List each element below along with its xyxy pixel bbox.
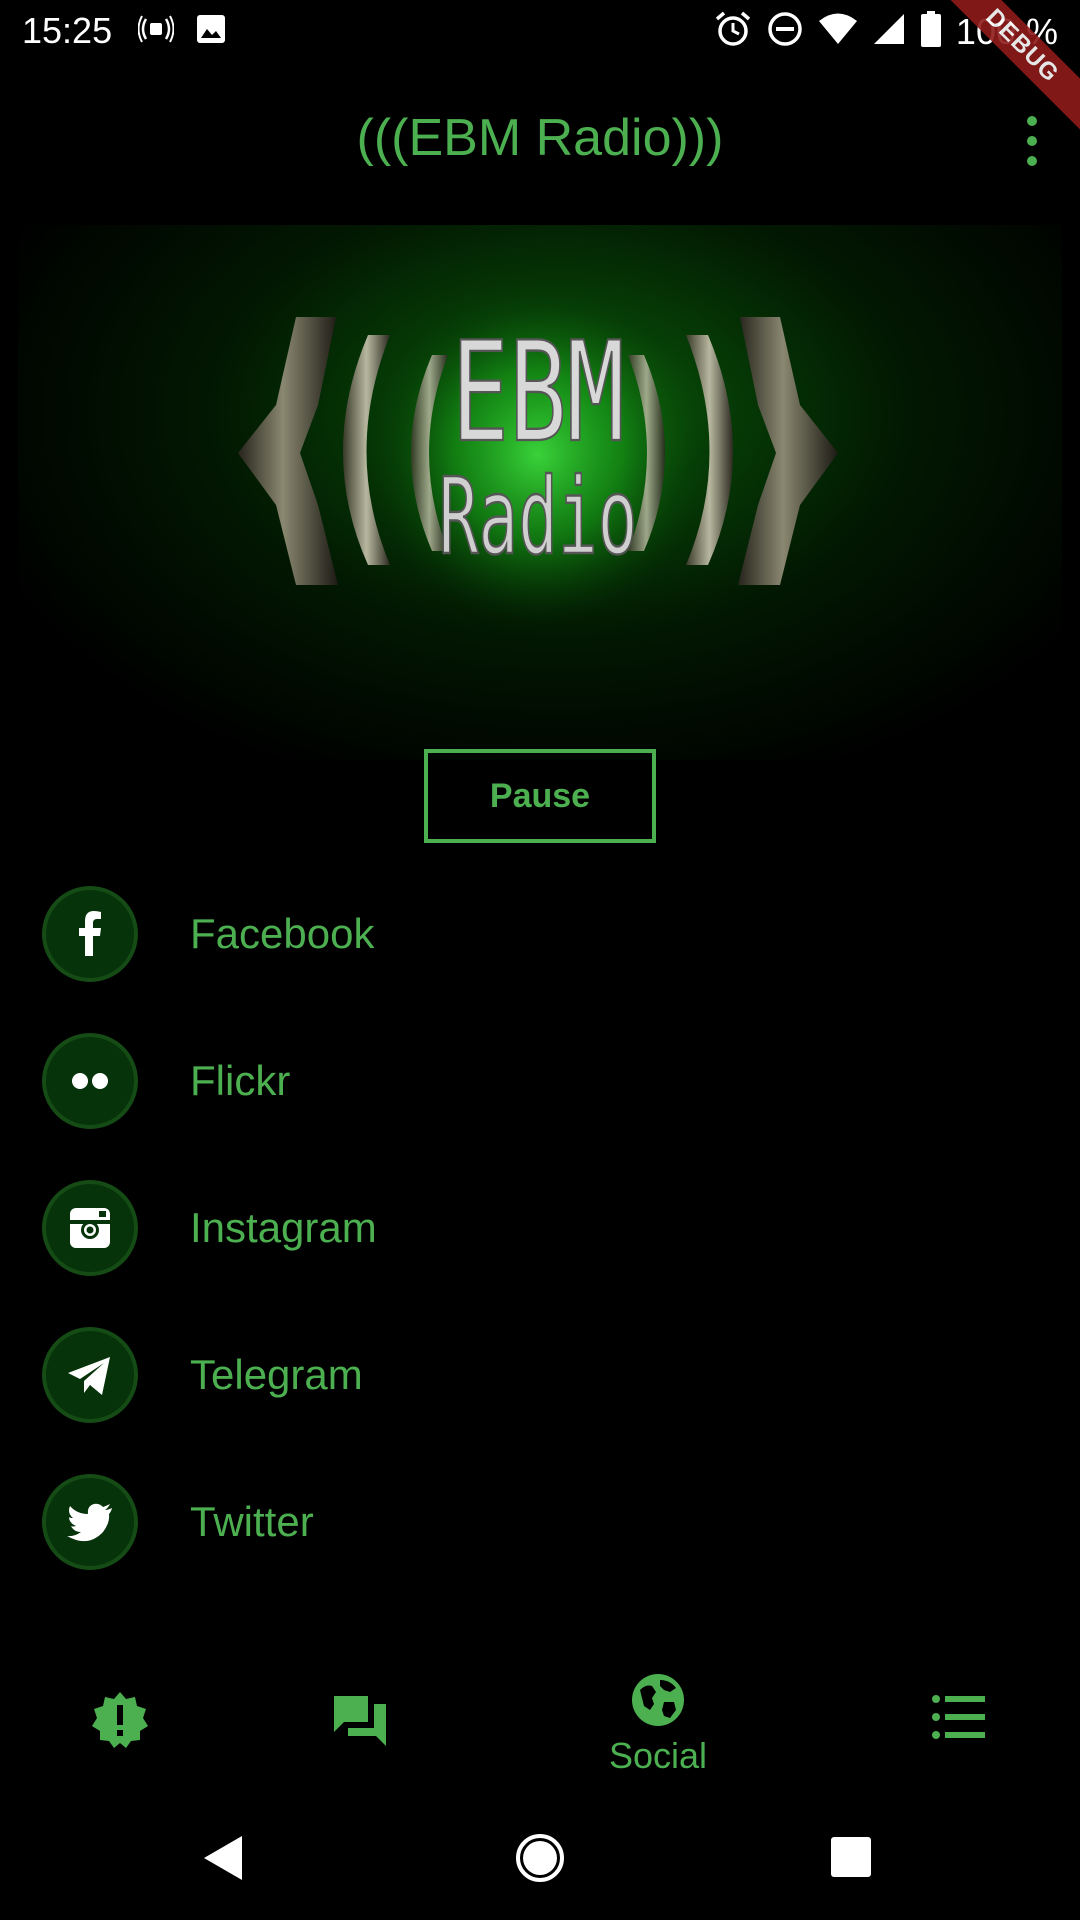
alert-badge-icon (90, 1690, 150, 1755)
svg-text:Radio: Radio (439, 455, 638, 579)
ebm-radio-logo-image: EBM Radio (238, 285, 838, 625)
social-label: Facebook (190, 910, 375, 957)
list-icon (931, 1694, 985, 1745)
social-label: Flickr (190, 1057, 291, 1104)
globe-icon (630, 1672, 686, 1733)
home-icon[interactable] (514, 1832, 566, 1889)
social-item-telegram[interactable]: Telegram (0, 1319, 1080, 1466)
pause-button[interactable]: Pause (424, 749, 656, 843)
do-not-disturb-icon (766, 10, 804, 53)
wifi-icon (818, 12, 858, 51)
battery-icon (920, 10, 942, 53)
social-label: Telegram (190, 1351, 363, 1398)
system-navigation-bar (0, 1784, 1080, 1920)
forum-icon (330, 1690, 390, 1755)
nav-label-social: Social (608, 1735, 708, 1776)
social-item-facebook[interactable]: Facebook (0, 878, 1080, 1025)
instagram-icon (42, 1180, 138, 1276)
facebook-icon (42, 886, 138, 982)
social-item-instagram[interactable]: Instagram (0, 1172, 1080, 1319)
signal-icon (872, 12, 906, 51)
status-time: 15:25 (22, 10, 113, 51)
svg-text:EBM: EBM (451, 313, 624, 473)
social-label: Twitter (190, 1498, 314, 1545)
nav-item-alerts[interactable] (70, 1652, 170, 1784)
twitter-icon (42, 1474, 138, 1570)
telegram-icon (42, 1327, 138, 1423)
alarm-icon (714, 10, 752, 53)
nav-item-list[interactable] (908, 1652, 1008, 1784)
social-list: Facebook Flickr Instagram Telegram Twitt… (0, 878, 1080, 1613)
status-notification-icons (137, 14, 226, 49)
image-icon (196, 14, 226, 49)
social-label: Instagram (190, 1204, 377, 1251)
bottom-navigation: Social (0, 1652, 1080, 1784)
station-logo: EBM Radio (18, 225, 1062, 760)
app-title: (((EBM Radio))) (356, 109, 724, 167)
more-vert-icon[interactable] (1014, 116, 1050, 166)
cast-icon (137, 15, 175, 48)
status-bar: 15:25 100 % (0, 0, 1080, 64)
social-item-twitter[interactable]: Twitter (0, 1466, 1080, 1613)
app-bar: (((EBM Radio))) (0, 64, 1080, 212)
recents-icon[interactable] (831, 1837, 871, 1882)
nav-item-social[interactable]: Social (578, 1652, 738, 1784)
social-item-flickr[interactable]: Flickr (0, 1025, 1080, 1172)
nav-item-chat[interactable] (310, 1652, 410, 1784)
flickr-icon (42, 1033, 138, 1129)
back-icon[interactable] (202, 1834, 244, 1887)
